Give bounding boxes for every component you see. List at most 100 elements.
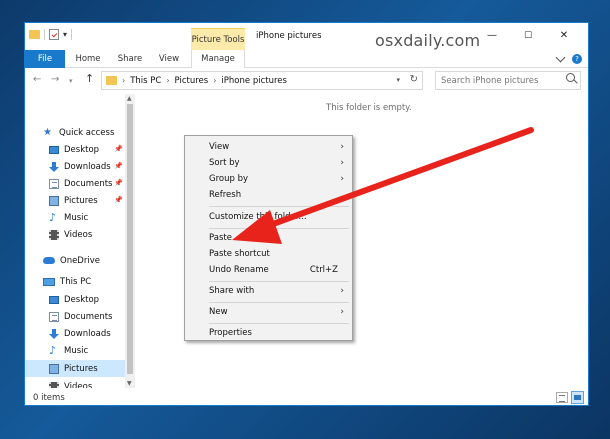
pin-icon[interactable]: 📌 [114,162,123,170]
sidebar-item-pictures[interactable]: Pictures 📌 [25,192,125,209]
tab-file[interactable]: File [25,50,65,68]
pin-icon[interactable]: 📌 [114,196,123,204]
sidebar-item-pc-pictures[interactable]: Pictures [25,360,125,377]
menu-item-undo-rename[interactable]: Undo Rename Ctrl+Z [185,262,352,278]
sidebar-item-label: Downloads [64,328,111,339]
picture-tools-label: Picture Tools [191,28,245,50]
search-icon[interactable] [566,73,575,82]
recent-locations-chevron-icon[interactable]: ▾ [69,77,73,85]
menu-separator [209,206,349,207]
sidebar-item-music[interactable]: ♪ Music [25,209,125,226]
sidebar-item-documents[interactable]: Documents 📌 [25,175,125,192]
sidebar-item-videos[interactable]: Videos [25,226,125,243]
sidebar-item-label: Desktop [64,294,100,305]
tab-view[interactable]: View [156,50,182,68]
empty-folder-message: This folder is empty. [326,103,412,113]
star-icon: ★ [43,126,52,138]
menu-item-share-with[interactable]: Share with › [185,283,352,299]
pictures-icon [49,363,59,374]
folder-icon[interactable] [29,30,40,39]
maximize-button[interactable]: ☐ [510,27,546,45]
breadcrumb-pictures[interactable]: Pictures [175,76,209,86]
navigation-pane: ★ Quick access Desktop 📌 Downloads 📌 Doc… [25,94,135,392]
address-bar[interactable]: › This PC › Pictures › iPhone pictures ▾… [101,71,423,90]
forward-arrow-icon[interactable]: → [51,74,59,85]
refresh-icon[interactable]: ↻ [410,74,418,85]
menu-item-properties[interactable]: Properties [185,325,352,341]
menu-item-view[interactable]: View › [185,139,352,155]
details-view-icon[interactable] [556,392,568,403]
menu-item-label: Sort by [209,158,240,168]
sidebar-item-pc-desktop[interactable]: Desktop [25,291,125,308]
film-icon [49,229,59,240]
menu-item-label: Customize this folder... [209,212,307,222]
minimize-button[interactable]: — [474,27,510,45]
submenu-arrow-icon: › [340,174,344,184]
sidebar-item-quick-access[interactable]: ★ Quick access [25,124,125,141]
tab-share[interactable]: Share [115,50,145,68]
sidebar-item-desktop[interactable]: Desktop 📌 [25,141,125,158]
up-arrow-icon[interactable]: ↑ [85,72,94,85]
menu-item-label: Refresh [209,190,242,200]
sidebar-item-label: Desktop [64,144,100,155]
menu-item-label: Share with [209,286,255,296]
sidebar-item-label: Videos [64,229,93,240]
sidebar-item-label: Documents [64,311,113,322]
tab-home[interactable]: Home [73,50,103,68]
menu-item-paste[interactable]: Paste [185,230,352,246]
menu-item-refresh[interactable]: Refresh [185,187,352,203]
sidebar-item-pc-downloads[interactable]: Downloads [25,325,125,342]
menu-item-sort-by[interactable]: Sort by › [185,155,352,171]
tab-manage[interactable]: Manage [191,50,245,68]
breadcrumb-this-pc[interactable]: This PC [130,76,161,86]
sidebar-item-label: Downloads [64,161,111,172]
menu-item-paste-shortcut[interactable]: Paste shortcut [185,246,352,262]
menu-item-label: Undo Rename [209,265,269,275]
menu-item-label: Paste shortcut [209,249,270,259]
documents-icon [49,178,59,189]
sidebar-item-onedrive[interactable]: OneDrive [25,252,125,269]
navigation-scrollbar[interactable]: ▲ ▼ [125,94,135,388]
sidebar-item-pc-music[interactable]: ♪ Music [25,342,125,359]
menu-item-label: Paste [209,233,232,243]
customize-toolbar-icon[interactable]: ▾ [63,30,67,39]
back-arrow-icon[interactable]: ← [33,74,41,85]
properties-icon[interactable] [49,29,59,40]
sidebar-item-label: Pictures [64,363,98,374]
menu-separator [209,323,349,324]
submenu-arrow-icon: › [340,307,344,317]
menu-item-label: Properties [209,328,252,338]
desktop-icon [49,295,59,304]
pin-icon[interactable]: 📌 [114,145,123,153]
ribbon-tabs: File Home Share View Manage ? [25,50,588,68]
menu-item-label: New [209,307,228,317]
menu-item-label: Group by [209,174,249,184]
desktop-icon [49,145,59,154]
download-icon [49,161,59,172]
menu-item-group-by[interactable]: Group by › [185,171,352,187]
search-input[interactable] [435,71,581,90]
help-icon[interactable]: ? [572,54,582,64]
submenu-arrow-icon: › [340,286,344,296]
sidebar-item-downloads[interactable]: Downloads 📌 [25,158,125,175]
pin-icon[interactable]: 📌 [114,179,123,187]
expand-ribbon-chevron-icon[interactable] [555,52,566,63]
address-dropdown-icon[interactable]: ▾ [396,76,400,84]
sidebar-item-label: Pictures [64,195,98,206]
scrollbar-thumb[interactable] [127,104,133,374]
music-note-icon: ♪ [49,210,57,224]
menu-separator [209,228,349,229]
music-note-icon: ♪ [49,343,57,357]
scroll-down-icon[interactable]: ▼ [127,380,132,387]
scroll-up-icon[interactable]: ▲ [127,95,132,102]
menu-item-new[interactable]: New › [185,304,352,320]
large-icons-view-icon[interactable] [571,391,584,404]
sidebar-item-label: Documents [64,178,113,189]
menu-item-customize-folder[interactable]: Customize this folder... [185,209,352,225]
sidebar-item-pc-documents[interactable]: Documents [25,308,125,325]
sidebar-item-this-pc[interactable]: This PC [25,273,125,290]
breadcrumb-iphone-pictures[interactable]: iPhone pictures [221,76,287,86]
menu-separator [209,281,349,282]
close-button[interactable]: ✕ [546,27,582,45]
divider [44,29,45,40]
